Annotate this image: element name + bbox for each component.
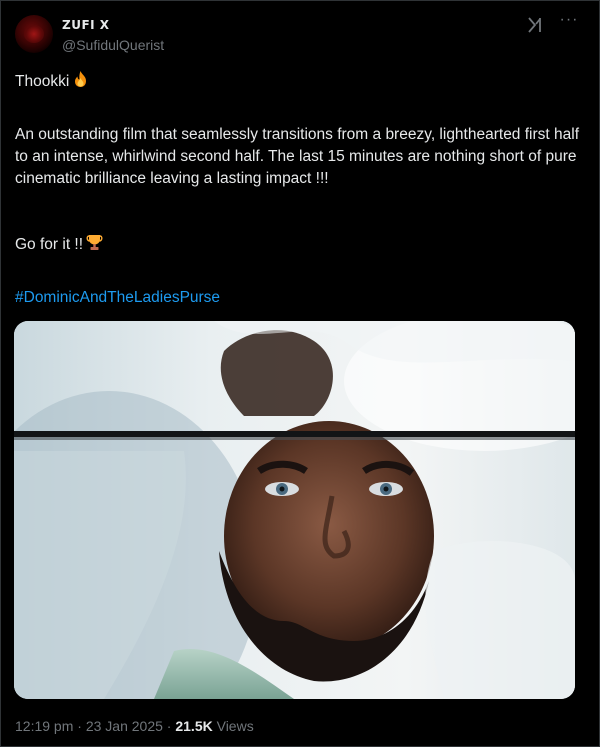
more-options-icon[interactable]: ··· — [557, 11, 581, 35]
views-count: 21.5K — [175, 718, 213, 734]
tweet-date[interactable]: 23 Jan 2025 — [86, 718, 163, 734]
tweet-meta: 12:19 pm · 23 Jan 2025 · 21.5K Views — [15, 718, 254, 734]
tweet-paragraph: An outstanding film that seamlessly tran… — [15, 126, 580, 187]
meta-separator: · — [77, 718, 82, 734]
grok-icon[interactable] — [525, 15, 545, 35]
author-display-name[interactable]: ZUFI X — [62, 18, 110, 32]
tweet-cta-text: Go for it !! — [15, 236, 84, 253]
views-label: Views — [216, 718, 254, 734]
avatar-glow — [24, 25, 44, 43]
tweet-media-image[interactable] — [14, 321, 575, 699]
tweet-card: ZUFI X @SufidulQuerist ··· Thookki An ou… — [0, 0, 600, 747]
meta-separator-2: · — [166, 718, 172, 734]
hashtag-link[interactable]: #DominicAndTheLadiesPurse — [15, 287, 585, 309]
tweet-line-title: Thookki — [15, 70, 585, 93]
trophy-emoji-icon — [86, 235, 103, 250]
tweet-time[interactable]: 12:19 pm — [15, 718, 73, 734]
tweet-line-cta: Go for it !! — [15, 233, 585, 256]
fire-emoji-icon — [75, 71, 87, 87]
tweet-title-text: Thookki — [15, 73, 70, 90]
avatar[interactable] — [15, 15, 53, 53]
movie-still-illustration — [14, 321, 575, 699]
author-handle[interactable]: @SufidulQuerist — [62, 37, 164, 53]
